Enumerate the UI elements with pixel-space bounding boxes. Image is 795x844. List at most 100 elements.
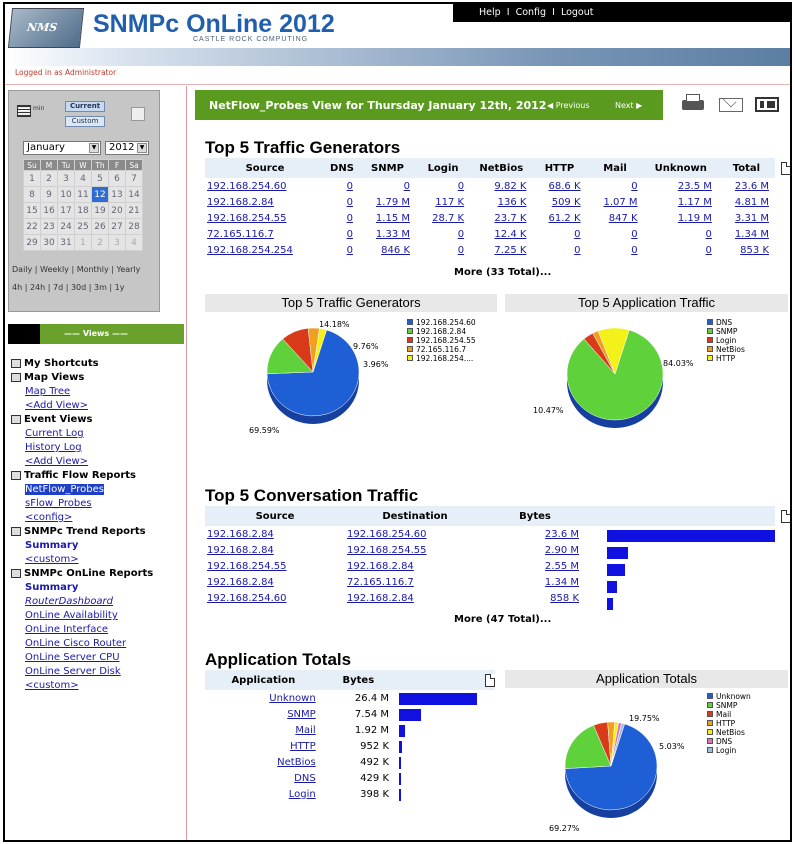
cell-link[interactable]: 23.6 M (545, 529, 579, 540)
calendar-day[interactable]: 3 (57, 170, 75, 187)
calendar-day[interactable]: 31 (57, 234, 75, 251)
tree-item[interactable]: History Log (11, 442, 183, 456)
cell-link[interactable]: 0 (347, 213, 353, 224)
tree-section[interactable]: Map Views (11, 372, 183, 386)
column-header[interactable]: Source (205, 506, 345, 526)
cell-link[interactable]: 23.7 K (494, 213, 526, 224)
cell-link[interactable]: 1.15 M (376, 213, 410, 224)
range-link[interactable]: 4h (12, 283, 22, 292)
calendar-toggle-icon[interactable] (131, 107, 145, 121)
cell-link[interactable]: 858 K (550, 593, 579, 604)
app-link[interactable]: Unknown (269, 693, 315, 704)
tree-item[interactable]: OnLine Server CPU (11, 652, 183, 666)
tree-item[interactable]: sFlow_Probes (11, 498, 183, 512)
tree-item[interactable]: <Add View> (11, 456, 183, 470)
calendar-day[interactable]: 6 (108, 170, 126, 187)
custom-button[interactable]: Custom (65, 116, 105, 127)
cell-link[interactable]: 192.168.254.60 (207, 593, 287, 604)
calendar-day[interactable]: 21 (125, 202, 143, 219)
cell-link[interactable]: 192.168.254.55 (207, 561, 287, 572)
cell-link[interactable]: 0 (631, 245, 637, 256)
cell-link[interactable]: 192.168.2.84 (347, 561, 414, 572)
help-link[interactable]: Help (479, 7, 501, 18)
cell-link[interactable]: 9.82 K (494, 181, 526, 192)
cell-link[interactable]: 1.19 M (678, 213, 712, 224)
range-link[interactable]: 1y (115, 283, 125, 292)
calendar-day[interactable]: 8 (23, 186, 41, 203)
calendar-day[interactable]: 16 (40, 202, 58, 219)
calendar-day[interactable]: 7 (125, 170, 143, 187)
calendar-day[interactable]: 20 (108, 202, 126, 219)
calendar-day[interactable]: 14 (125, 186, 143, 203)
tree-item[interactable]: OnLine Availability (11, 610, 183, 624)
cell-link[interactable]: 23.5 M (678, 181, 712, 192)
cell-link[interactable]: 0 (706, 229, 712, 240)
cell-link[interactable]: 509 K (552, 197, 581, 208)
tree-item[interactable]: <Add View> (11, 400, 183, 414)
tree-item[interactable]: Summary (11, 540, 183, 554)
document-icon[interactable] (485, 674, 495, 687)
cell-link[interactable]: 192.168.2.84 (207, 577, 274, 588)
cell-link[interactable]: 0 (347, 181, 353, 192)
document-icon[interactable] (781, 162, 790, 175)
column-header[interactable]: Destination (345, 506, 485, 526)
app-link[interactable]: Login (289, 789, 316, 800)
range-link[interactable]: 30d (71, 283, 86, 292)
cell-link[interactable]: 7.25 K (494, 245, 526, 256)
tree-section[interactable]: Event Views (11, 414, 183, 428)
app-link[interactable]: NetBios (277, 757, 316, 768)
cell-link[interactable]: 0 (574, 229, 580, 240)
calendar-day[interactable]: 24 (57, 218, 75, 235)
tree-item[interactable]: Current Log (11, 428, 183, 442)
calendar-day[interactable]: 3 (108, 234, 126, 251)
cell-link[interactable]: 23.6 M (735, 181, 769, 192)
cell-link[interactable]: 192.168.2.84 (207, 197, 274, 208)
column-header[interactable]: Bytes (321, 670, 395, 690)
calendar-day[interactable]: 23 (40, 218, 58, 235)
tree-item[interactable]: NetFlow_Probes (11, 484, 183, 498)
cell-link[interactable]: 28.7 K (432, 213, 464, 224)
current-button[interactable]: Current (65, 101, 105, 112)
app-link[interactable]: HTTP (290, 741, 316, 752)
cell-link[interactable]: 0 (347, 245, 353, 256)
period-link[interactable]: Weekly (40, 265, 69, 274)
logout-link[interactable]: Logout (561, 7, 594, 18)
cell-link[interactable]: 117 K (435, 197, 464, 208)
year-select[interactable]: 2012 ▼ (105, 141, 149, 155)
tree-item[interactable]: Map Tree (11, 386, 183, 400)
calendar-day[interactable]: 1 (74, 234, 92, 251)
period-link[interactable]: Daily (12, 265, 32, 274)
period-link[interactable]: Monthly (77, 265, 109, 274)
list-view-icon[interactable] (17, 105, 31, 117)
more-generators-link[interactable]: More (33 Total)... (454, 267, 551, 278)
cell-link[interactable]: 846 K (381, 245, 410, 256)
cell-link[interactable]: 1.34 M (735, 229, 769, 240)
cell-link[interactable]: 1.07 M (603, 197, 637, 208)
cell-link[interactable]: 192.168.2.84 (207, 545, 274, 556)
cell-link[interactable]: 192.168.2.84 (347, 593, 414, 604)
column-header[interactable]: Unknown (643, 158, 718, 178)
calendar-day[interactable]: 9 (40, 186, 58, 203)
tree-item[interactable]: <custom> (11, 680, 183, 694)
calendar-day[interactable]: 28 (125, 218, 143, 235)
previous-button[interactable]: ◀ Previous (547, 101, 590, 110)
range-link[interactable]: 3m (94, 283, 107, 292)
calendar-day[interactable]: 25 (74, 218, 92, 235)
cell-link[interactable]: 1.34 M (545, 577, 579, 588)
calendar-day[interactable]: 13 (108, 186, 126, 203)
tree-item[interactable]: OnLine Cisco Router (11, 638, 183, 652)
cell-link[interactable]: 72.165.116.7 (207, 229, 274, 240)
calendar-day[interactable]: 15 (23, 202, 41, 219)
cell-link[interactable]: 0 (458, 181, 464, 192)
cell-link[interactable]: 3.31 M (735, 213, 769, 224)
app-link[interactable]: SNMP (287, 709, 316, 720)
cell-link[interactable]: 192.168.2.84 (207, 529, 274, 540)
calendar-day[interactable]: 30 (40, 234, 58, 251)
cell-link[interactable]: 192.168.254.60 (347, 529, 427, 540)
calendar-day[interactable]: 19 (91, 202, 109, 219)
tree-section[interactable]: SNMPc OnLine Reports (11, 568, 183, 582)
cell-link[interactable]: 1.79 M (376, 197, 410, 208)
calendar-day[interactable]: 2 (40, 170, 58, 187)
print-icon[interactable] (679, 94, 707, 114)
cell-link[interactable]: 72.165.116.7 (347, 577, 414, 588)
